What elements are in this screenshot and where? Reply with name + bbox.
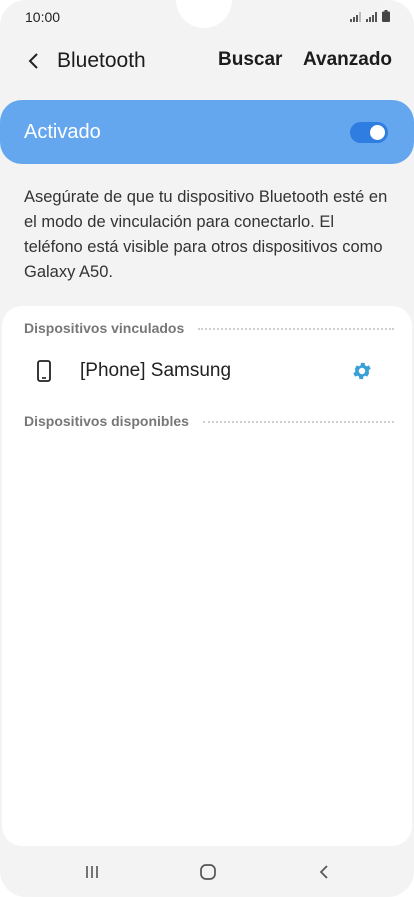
devices-card: Dispositivos vinculados [Phone] Samsung … xyxy=(2,306,412,846)
recent-apps-button[interactable] xyxy=(80,862,104,882)
toggle-label: Activado xyxy=(24,121,101,143)
back-icon xyxy=(319,865,328,879)
available-devices-title: Dispositivos disponibles xyxy=(24,413,189,429)
paired-devices-header: Dispositivos vinculados xyxy=(24,320,394,336)
paired-devices-title: Dispositivos vinculados xyxy=(24,320,185,336)
bluetooth-switch[interactable] xyxy=(350,122,388,143)
bluetooth-toggle-row[interactable]: Activado xyxy=(0,100,414,164)
navigation-bar xyxy=(0,848,414,897)
chevron-left-icon xyxy=(28,53,38,69)
battery-icon xyxy=(382,10,390,22)
divider xyxy=(198,328,394,330)
signal-icon xyxy=(350,12,361,22)
bluetooth-description: Asegúrate de que tu dispositivo Bluetoot… xyxy=(24,188,388,281)
app-bar: Bluetooth Buscar Avanzado xyxy=(0,40,414,84)
signal-icon-2 xyxy=(366,12,377,22)
divider xyxy=(202,421,394,423)
advanced-button[interactable]: Avanzado xyxy=(303,49,392,71)
available-devices-header: Dispositivos disponibles xyxy=(24,413,394,429)
switch-knob xyxy=(368,123,387,142)
phone-screen: 10:00 Bluetooth Buscar Avanzado Activado xyxy=(0,0,414,897)
status-bar: 10:00 xyxy=(0,0,414,36)
gear-icon[interactable] xyxy=(351,360,373,382)
home-icon xyxy=(200,864,216,880)
recent-apps-icon xyxy=(86,866,98,878)
status-time: 10:00 xyxy=(25,9,61,25)
status-icons xyxy=(350,10,390,22)
back-button[interactable] xyxy=(20,48,46,74)
page-title: Bluetooth xyxy=(57,49,146,72)
nav-back-button[interactable] xyxy=(312,862,336,882)
device-name: [Phone] Samsung xyxy=(80,360,232,381)
camera-notch xyxy=(176,0,232,28)
home-button[interactable] xyxy=(196,862,220,882)
search-button[interactable]: Buscar xyxy=(218,49,282,71)
phone-icon xyxy=(37,360,51,382)
paired-device-row[interactable]: [Phone] Samsung xyxy=(2,346,412,398)
